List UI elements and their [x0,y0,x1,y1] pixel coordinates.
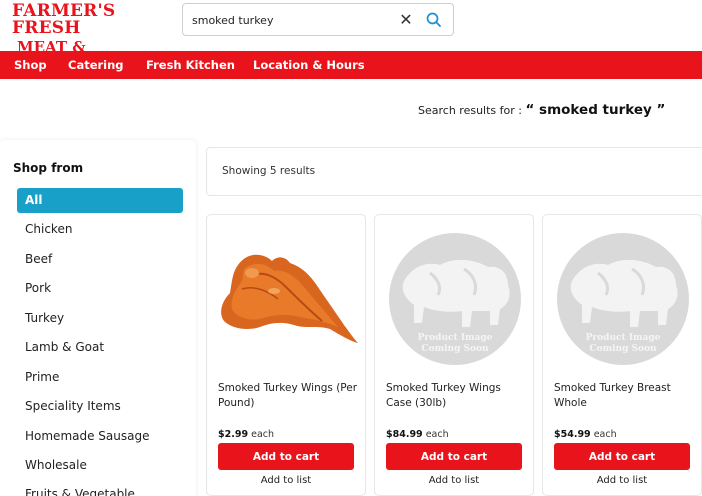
turkey-wing-image[interactable] [214,229,360,369]
page: Farmer's Fresh Meat & Grocery ✕ Shop Cat… [0,0,702,496]
price-value: $84.99 [386,429,423,440]
add-to-list-button[interactable]: Add to list [386,475,522,486]
sidebar-item-beef[interactable]: Beef [17,247,183,272]
product-name[interactable]: Smoked Turkey Wings Case (30lb) [386,381,526,411]
sidebar-item-chicken[interactable]: Chicken [17,217,183,242]
product-price: $84.99 each [386,429,449,440]
sidebar-item-all[interactable]: All [17,188,183,213]
search-box: ✕ [182,3,454,36]
product-card[interactable]: Product Image Coming Soon Smoked Turkey … [374,214,534,496]
add-to-cart-button[interactable]: Add to cart [218,443,354,470]
product-image-placeholder[interactable]: Product Image Coming Soon [550,229,696,369]
product-image-placeholder[interactable]: Product Image Coming Soon [382,229,528,369]
add-to-list-button[interactable]: Add to list [218,475,354,486]
price-unit: each [251,429,275,440]
results-count-bar: Showing 5 results [206,147,702,196]
placeholder-text-2: Coming Soon [589,344,657,354]
nav-fresh-kitchen[interactable]: Fresh Kitchen [146,51,235,79]
price-unit: each [425,429,449,440]
clear-search-icon[interactable]: ✕ [397,10,415,30]
placeholder-text-2: Coming Soon [421,344,489,354]
sidebar-title: Shop from [13,161,84,175]
search-results-heading: Search results for : “ smoked turkey ” [418,102,665,118]
sidebar-item-homemade-sausage[interactable]: Homemade Sausage [17,424,183,449]
results-count: Showing 5 results [222,165,316,177]
product-name[interactable]: Smoked Turkey Breast Whole [554,381,694,411]
category-sidebar: Shop from All Chicken Beef Pork Turkey L… [0,140,196,496]
nav-location-hours[interactable]: Location & Hours [253,51,365,79]
product-card[interactable]: Product Image Coming Soon Smoked Turkey … [542,214,702,496]
sidebar-item-turkey[interactable]: Turkey [17,306,183,331]
nav-catering[interactable]: Catering [68,51,124,79]
sidebar-item-lamb-goat[interactable]: Lamb & Goat [17,335,183,360]
price-value: $2.99 [218,429,249,440]
search-icon[interactable] [425,11,443,29]
header: Farmer's Fresh Meat & Grocery ✕ [0,0,702,70]
price-value: $54.99 [554,429,591,440]
product-price: $54.99 each [554,429,617,440]
sidebar-item-speciality[interactable]: Speciality Items [17,394,183,419]
sidebar-item-fruits-vegetable[interactable]: Fruits & Vegetable [17,482,183,496]
sidebar-item-prime[interactable]: Prime [17,365,183,390]
add-to-list-button[interactable]: Add to list [554,475,690,486]
product-card[interactable]: Smoked Turkey Wings (Per Pound) $2.99 ea… [206,214,366,496]
placeholder-text-1: Product Image [418,333,493,343]
logo-line-1: Farmer's Fresh [12,1,116,38]
product-price: $2.99 each [218,429,274,440]
add-to-cart-button[interactable]: Add to cart [386,443,522,470]
results-query: “ smoked turkey ” [525,102,666,118]
results-prefix: Search results for : [418,104,522,117]
nav-shop[interactable]: Shop [14,51,47,79]
main-nav: Shop Catering Fresh Kitchen Location & H… [0,51,702,79]
sidebar-item-pork[interactable]: Pork [17,276,183,301]
price-unit: each [593,429,617,440]
sidebar-item-wholesale[interactable]: Wholesale [17,453,183,478]
add-to-cart-button[interactable]: Add to cart [554,443,690,470]
search-input[interactable] [192,11,392,29]
placeholder-text-1: Product Image [586,333,661,343]
product-name[interactable]: Smoked Turkey Wings (Per Pound) [218,381,358,411]
